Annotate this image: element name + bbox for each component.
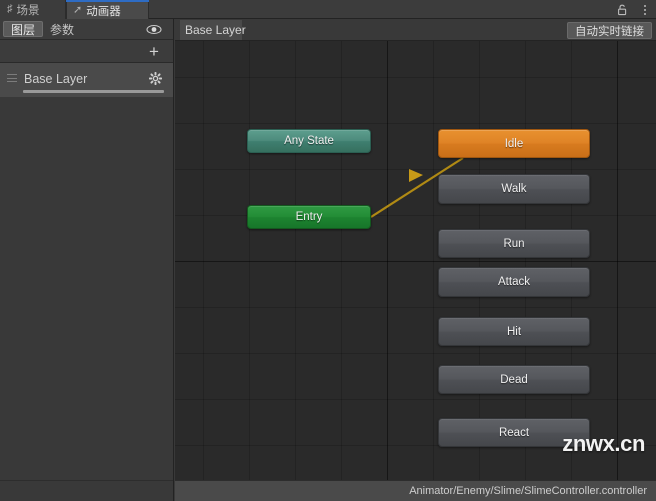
layer-name-label: Base Layer [24, 72, 88, 86]
state-node-attack[interactable]: Attack [438, 267, 590, 297]
layers-panel: 图层 参数 + Base Layer [0, 19, 174, 501]
lock-icon[interactable] [615, 2, 629, 18]
layer-item-base-layer[interactable]: Base Layer [0, 63, 173, 97]
layers-panel-body [0, 97, 173, 480]
state-node-run[interactable]: Run [438, 229, 590, 258]
watermark: znwx.cn [562, 431, 645, 456]
tab-parameters[interactable]: 参数 [43, 21, 81, 37]
gear-icon[interactable] [148, 71, 162, 85]
state-node-label: Any State [284, 135, 334, 147]
state-node-label: React [498, 426, 530, 439]
state-node-label: Attack [498, 276, 530, 288]
state-node-idle[interactable]: Idle [438, 129, 590, 158]
graph-canvas[interactable]: Any State Entry Idle Walk Run Attack Hit [175, 41, 656, 480]
add-layer-button[interactable]: + [145, 42, 163, 60]
auto-live-link-button[interactable]: 自动实时链接 [567, 22, 652, 39]
layer-add-row: + [0, 40, 173, 63]
state-node-label: Entry [295, 211, 323, 223]
tab-layers-label: 图层 [11, 22, 36, 37]
tab-layers[interactable]: 图层 [3, 21, 44, 37]
state-node-walk[interactable]: Walk [438, 174, 590, 204]
kebab-menu-icon[interactable] [638, 2, 652, 18]
layer-weight-bar[interactable] [23, 90, 164, 93]
state-node-dead[interactable]: Dead [438, 365, 590, 394]
window-tool-icons [615, 0, 652, 19]
breadcrumb-bar: Base Layer 自动实时链接 [175, 19, 656, 41]
transition-layer [370, 157, 464, 218]
animator-icon: ➚ [73, 4, 83, 16]
tab-scene[interactable]: ♯ 场景 [0, 0, 66, 19]
state-node-hit[interactable]: Hit [438, 317, 590, 346]
layers-panel-tabs: 图层 参数 [0, 19, 173, 40]
drag-handle-icon[interactable] [7, 74, 17, 82]
state-node-label: Run [503, 237, 525, 250]
window-tab-bar: ♯ 场景 ➚ 动画器 [0, 0, 656, 19]
tab-animator-label: 动画器 [86, 5, 121, 18]
state-node-label: Idle [504, 137, 524, 150]
state-node-label: Dead [500, 373, 528, 386]
breadcrumb-base-layer[interactable]: Base Layer [185, 22, 248, 38]
grid-icon: ♯ [7, 3, 13, 15]
layers-panel-footer [0, 480, 173, 501]
tab-parameters-label: 参数 [50, 22, 75, 37]
state-node-entry[interactable]: Entry [247, 205, 371, 229]
tab-animator[interactable]: ➚ 动画器 [66, 0, 149, 19]
eye-icon[interactable] [145, 21, 163, 38]
tab-scene-label: 场景 [16, 4, 40, 17]
state-node-any-state[interactable]: Any State [247, 129, 371, 153]
animator-graph-panel: Base Layer 自动实时链接 Any State Entry Idle W… [175, 19, 656, 501]
transition-arrowhead-icon [409, 169, 423, 182]
state-node-label: Hit [506, 325, 522, 338]
graph-status-bar: Animator/Enemy/Slime/SlimeController.con… [175, 480, 656, 501]
animator-window: ♯ 场景 ➚ 动画器 图层 参数 + Base Layer Base Layer… [0, 0, 656, 501]
controller-path-label: Animator/Enemy/Slime/SlimeController.con… [409, 485, 647, 497]
state-node-label: Walk [501, 183, 527, 195]
